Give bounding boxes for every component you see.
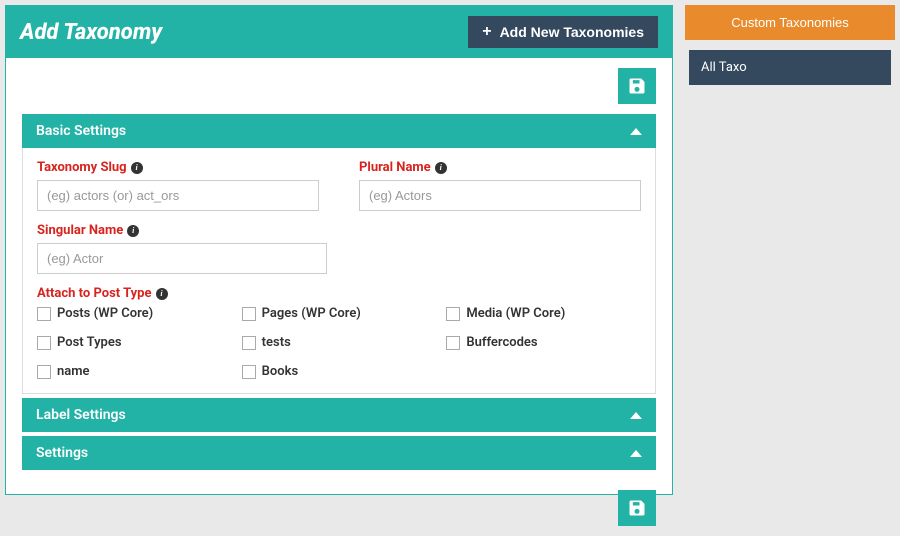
- post-type-checkbox-item[interactable]: Buffercodes: [446, 335, 641, 350]
- taxonomy-slug-input[interactable]: [37, 180, 319, 211]
- singular-name-input[interactable]: [37, 243, 327, 274]
- page-title: Add Taxonomy: [20, 20, 162, 45]
- save-icon: [627, 498, 647, 518]
- add-new-label: Add New Taxonomies: [500, 24, 644, 40]
- sidebar: Custom Taxonomies All Taxo: [685, 5, 895, 495]
- chevron-up-icon: [630, 450, 642, 457]
- main-panel: Add Taxonomy + Add New Taxonomies Basic …: [5, 5, 673, 495]
- chevron-up-icon: [630, 128, 642, 135]
- checkbox[interactable]: [242, 336, 256, 350]
- post-type-checkbox-item[interactable]: name: [37, 364, 232, 379]
- post-type-checkbox-item[interactable]: tests: [242, 335, 437, 350]
- chevron-up-icon: [630, 412, 642, 419]
- basic-settings-body: Taxonomy Slug i Plural Name i: [22, 148, 656, 394]
- checkbox[interactable]: [242, 365, 256, 379]
- save-button-top[interactable]: [618, 68, 656, 104]
- info-icon[interactable]: i: [435, 162, 447, 174]
- info-icon[interactable]: i: [156, 288, 168, 300]
- checkbox[interactable]: [242, 307, 256, 321]
- basic-settings-title: Basic Settings: [36, 123, 126, 139]
- post-type-checkbox-item[interactable]: Post Types: [37, 335, 232, 350]
- attach-post-type-label: Attach to Post Type i: [37, 286, 641, 301]
- checkbox[interactable]: [446, 336, 460, 350]
- info-icon[interactable]: i: [131, 162, 143, 174]
- settings-title: Settings: [36, 445, 88, 461]
- plural-name-label: Plural Name i: [359, 160, 641, 175]
- save-icon: [627, 76, 647, 96]
- label-settings-title: Label Settings: [36, 407, 126, 423]
- save-button-bottom[interactable]: [618, 490, 656, 526]
- custom-taxonomies-button[interactable]: Custom Taxonomies: [685, 5, 895, 40]
- checkbox[interactable]: [37, 365, 51, 379]
- checkbox[interactable]: [37, 307, 51, 321]
- singular-name-label: Singular Name i: [37, 223, 327, 238]
- sidebar-item-all-taxo[interactable]: All Taxo: [689, 50, 891, 85]
- post-type-checkbox-item[interactable]: Posts (WP Core): [37, 306, 232, 321]
- add-new-taxonomies-button[interactable]: + Add New Taxonomies: [468, 16, 658, 48]
- post-type-checkbox-item[interactable]: Books: [242, 364, 437, 379]
- post-type-checkbox-item[interactable]: Media (WP Core): [446, 306, 641, 321]
- checkbox[interactable]: [37, 336, 51, 350]
- taxonomy-slug-label: Taxonomy Slug i: [37, 160, 319, 175]
- plural-name-input[interactable]: [359, 180, 641, 211]
- post-type-checkbox-item[interactable]: Pages (WP Core): [242, 306, 437, 321]
- plus-icon: +: [482, 24, 491, 40]
- label-settings-header[interactable]: Label Settings: [22, 398, 656, 432]
- settings-header[interactable]: Settings: [22, 436, 656, 470]
- checkbox[interactable]: [446, 307, 460, 321]
- info-icon[interactable]: i: [127, 225, 139, 237]
- basic-settings-header[interactable]: Basic Settings: [22, 114, 656, 148]
- header-bar: Add Taxonomy + Add New Taxonomies: [6, 6, 672, 58]
